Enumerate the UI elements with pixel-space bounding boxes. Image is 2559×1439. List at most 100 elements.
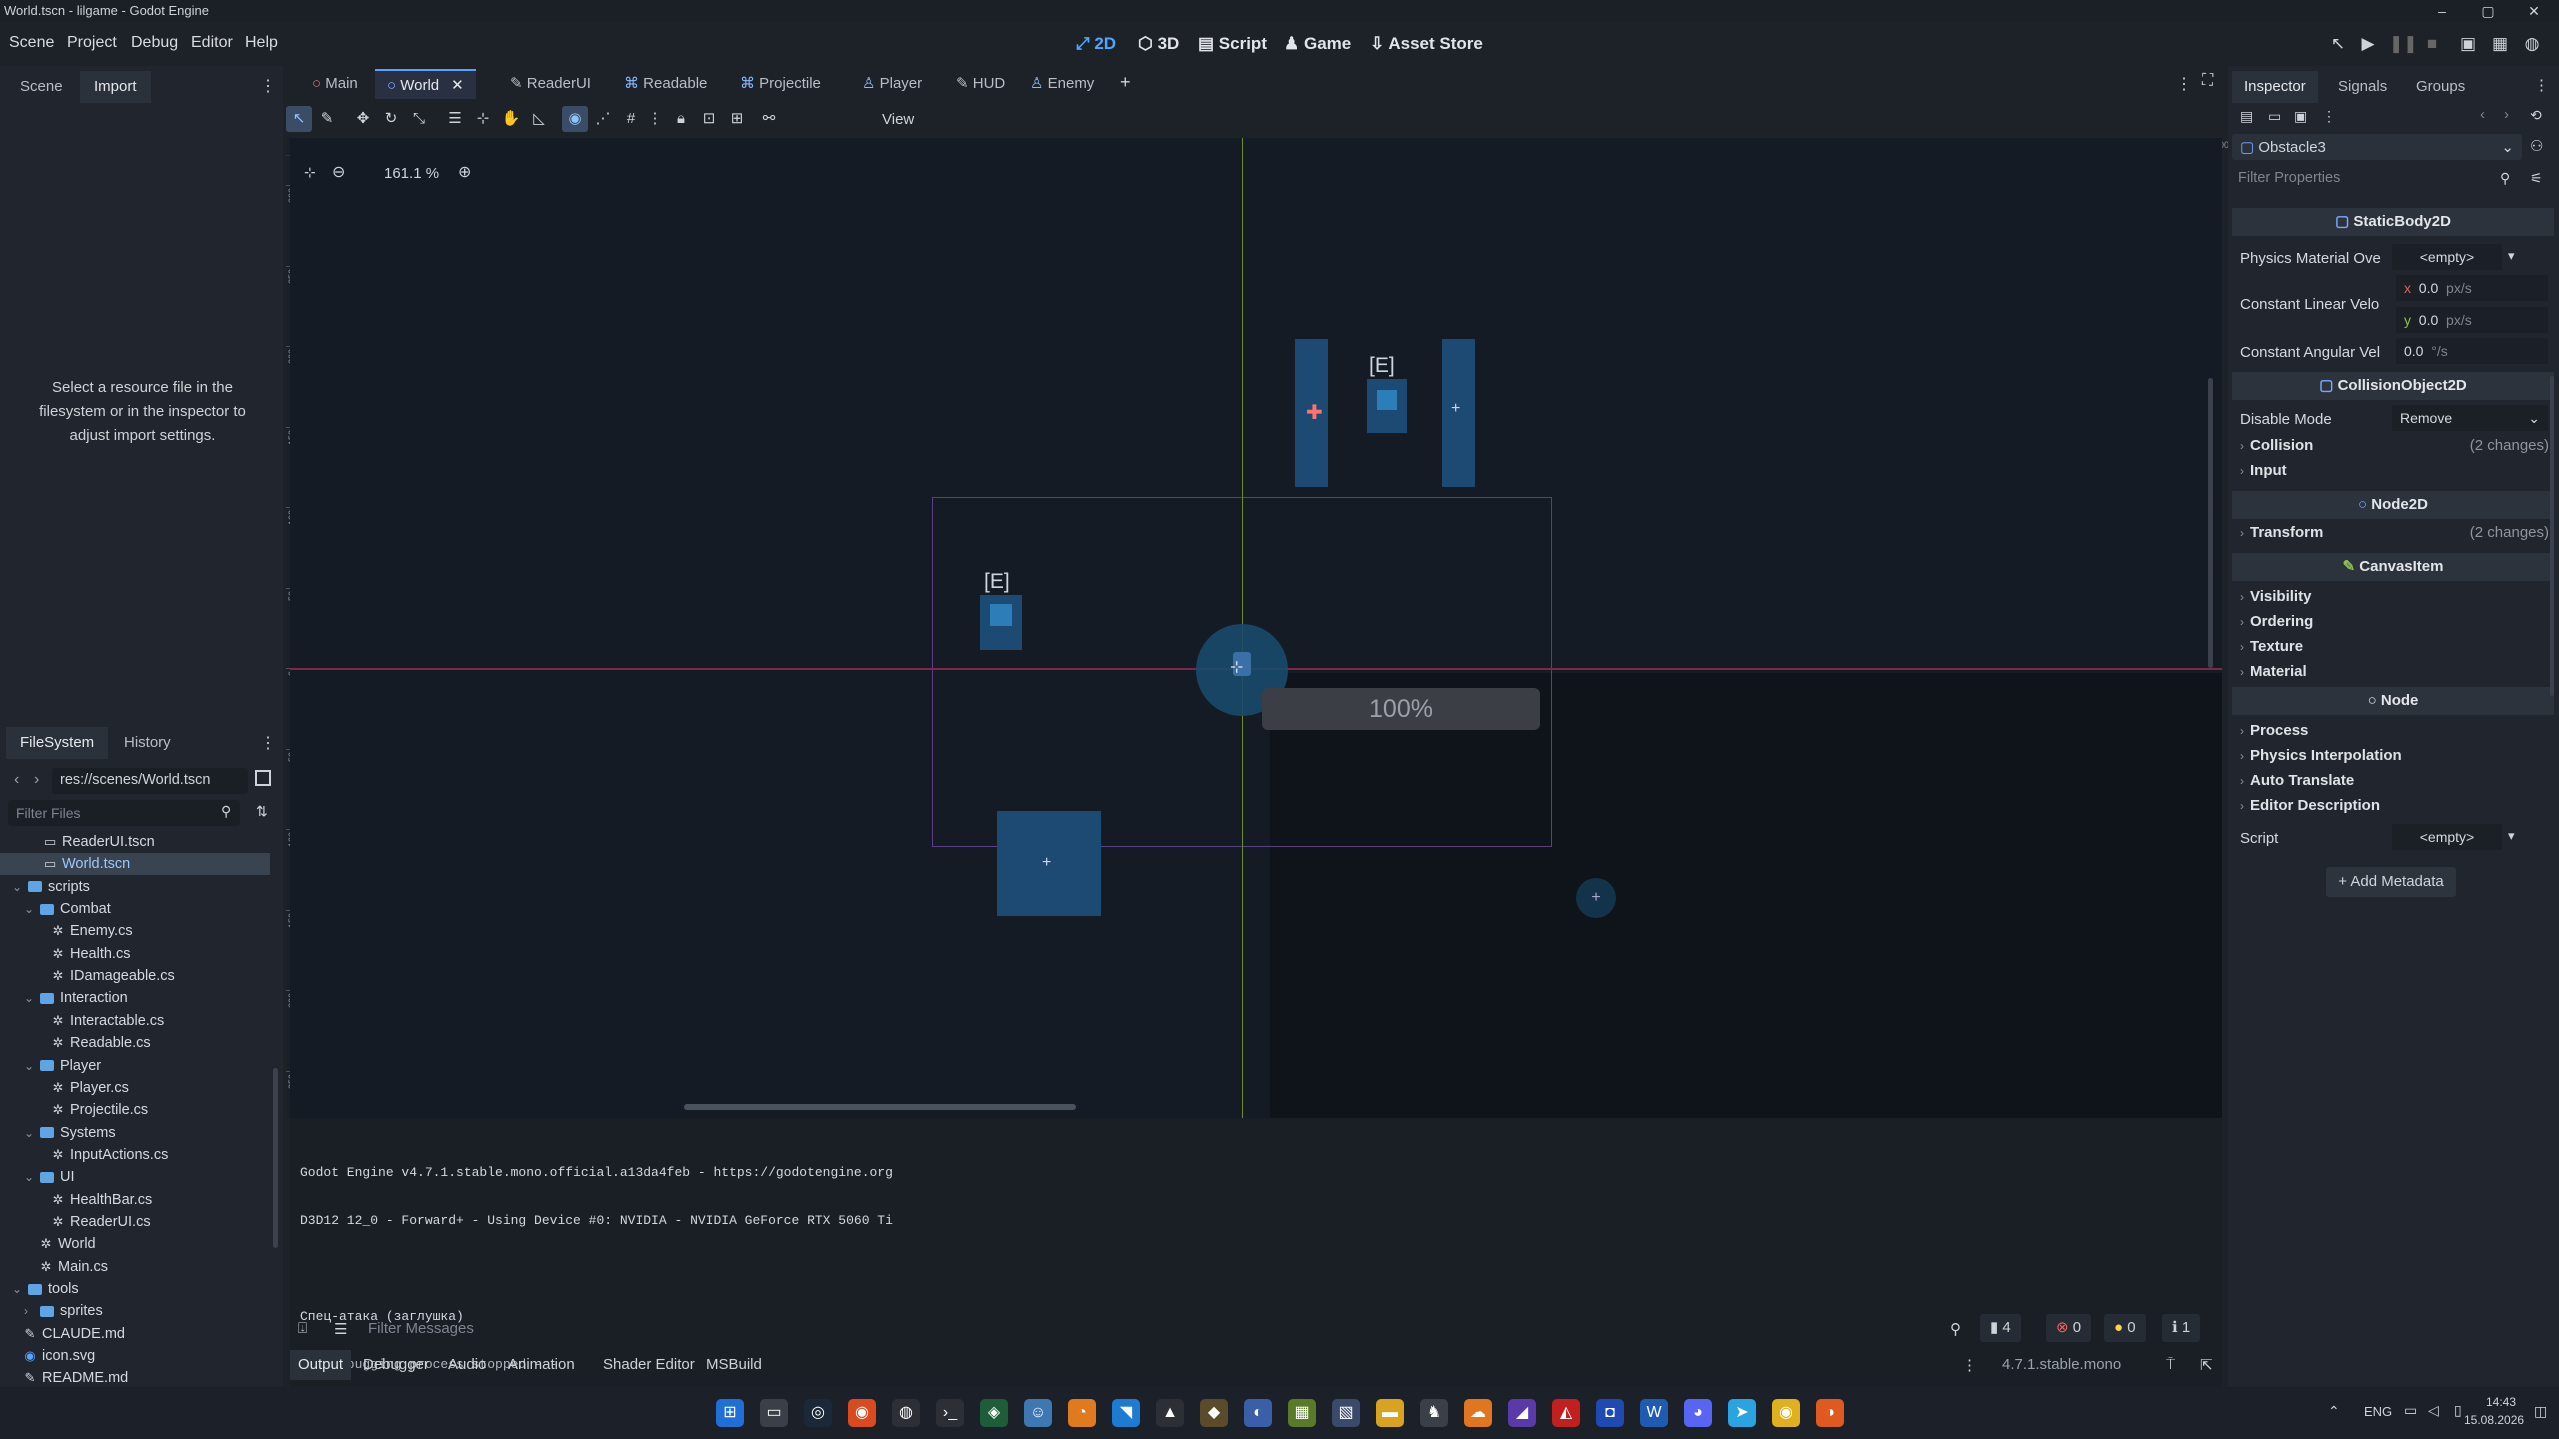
center-view-icon[interactable]: ⊹ (304, 164, 316, 181)
app-icon[interactable]: ◘ (1596, 1399, 1624, 1427)
distraction-free-icon[interactable]: ⛶ (2202, 72, 2213, 90)
property-options-icon[interactable]: ⚟ (2530, 170, 2543, 187)
tab-scene[interactable]: Scene (6, 71, 77, 103)
horizontal-scrollbar[interactable] (684, 1104, 1076, 1110)
close-window-button[interactable]: ✕ (2512, 0, 2556, 22)
menu-editor[interactable]: Editor (191, 34, 233, 52)
filter-files-input[interactable]: Filter Files (8, 800, 240, 826)
chevron-down-icon[interactable]: ⌄ (24, 1055, 34, 1077)
workspace-game[interactable]: ♟ Game (1278, 32, 1357, 56)
sort-icon[interactable]: ⇅ (256, 803, 268, 820)
workspace-2d[interactable]: ⤢ 2D (1070, 32, 1122, 56)
terminal-icon[interactable]: ›_ (936, 1399, 964, 1427)
save-resource-icon[interactable]: ▣ (2294, 108, 2307, 125)
tree-folder[interactable]: › sprites (0, 1300, 270, 1322)
tree-file[interactable]: ✲ World (0, 1233, 270, 1255)
tab-debugger[interactable]: Debugger (355, 1350, 437, 1380)
tab-inspector[interactable]: Inspector (2232, 71, 2318, 103)
tab-filesystem[interactable]: FileSystem (6, 727, 109, 759)
workspace-script[interactable]: ▤ Script (1192, 32, 1273, 56)
tree-file[interactable]: ✲ Readable.cs (0, 1032, 270, 1054)
workspace-asset-store[interactable]: ⇩ Asset Store (1364, 32, 1489, 56)
chevron-down-icon[interactable]: ⌄ (12, 876, 22, 898)
telegram-icon[interactable]: ➤ (1728, 1399, 1756, 1427)
app-icon[interactable]: ◐ (1244, 1399, 1272, 1427)
scene-menu-icon[interactable]: ⋮ (2176, 74, 2192, 94)
start-icon[interactable]: ⊞ (716, 1399, 744, 1427)
tab-animation[interactable]: Animation (500, 1350, 583, 1380)
group-collision[interactable]: › Collision (2240, 437, 2313, 454)
stop-icon[interactable]: ■ (2420, 32, 2444, 56)
resource-picker-icon[interactable]: ▾ (2508, 248, 2515, 264)
rotate-mode-icon[interactable]: ↻ (378, 106, 404, 132)
tree-scrollbar[interactable] (273, 1068, 278, 1248)
bone-icon[interactable]: ⊞ (724, 106, 750, 132)
tab-output[interactable]: Output (290, 1350, 352, 1380)
path-field[interactable]: res://scenes/World.tscn (52, 768, 248, 794)
chevron-down-icon[interactable]: ⌄ (24, 1122, 34, 1144)
disable-mode-select[interactable]: Remove ⌄ (2392, 405, 2548, 431)
group-ordering[interactable]: › Ordering (2240, 613, 2313, 630)
tree-file[interactable]: ✲ Projectile.cs (0, 1099, 270, 1121)
split-mode-icon[interactable] (255, 770, 271, 786)
pdf-icon[interactable]: ◭ (1552, 1399, 1580, 1427)
group-visibility[interactable]: › Visibility (2240, 588, 2311, 605)
godot-icon[interactable]: ☺ (1024, 1399, 1052, 1427)
clock-date[interactable]: 15.08.2026 (2464, 1413, 2524, 1427)
tree-folder[interactable]: ⌄ Player (0, 1055, 270, 1077)
snap-options-icon[interactable]: ⋰ (590, 106, 616, 132)
movie-maker-icon[interactable]: ↖ (2326, 32, 2350, 56)
list-select-icon[interactable]: ☰ (442, 106, 468, 132)
app-icon[interactable]: ▲ (1156, 1399, 1184, 1427)
close-tab-icon[interactable]: ✕ (451, 77, 464, 94)
select-mode-icon[interactable]: ↖ (286, 106, 312, 132)
volume-icon[interactable]: ◁ (2428, 1402, 2439, 1419)
tab-import[interactable]: Import (80, 71, 151, 103)
tray-expand-icon[interactable]: ⌃ (2328, 1403, 2340, 1420)
play-scene-icon[interactable]: ▣ (2456, 32, 2480, 56)
version-label[interactable]: 4.7.1.stable.mono (2002, 1356, 2121, 1373)
battery-icon[interactable]: ▯ (2454, 1402, 2462, 1419)
pivot-icon[interactable]: ⊹ (470, 106, 496, 132)
tab-projectile[interactable]: ⌘ Projectile (728, 69, 833, 99)
physics-material-value[interactable]: <empty> (2392, 244, 2502, 270)
steam-icon[interactable]: ◎ (804, 1399, 832, 1427)
app-icon[interactable]: ◢ (1508, 1399, 1536, 1427)
app-icon[interactable]: ◆ (1200, 1399, 1228, 1427)
filter-properties-input[interactable]: Filter Properties (2232, 166, 2522, 192)
network-icon[interactable]: ▭ (2404, 1402, 2417, 1419)
notifications-icon[interactable]: ◫ (2534, 1403, 2547, 1420)
inspector-menu-icon[interactable]: ⋮ (2534, 76, 2549, 94)
word-icon[interactable]: W (1640, 1399, 1668, 1427)
add-tab-icon[interactable]: + (1120, 72, 1131, 93)
linear-x-field[interactable]: x 0.0 px/s (2396, 275, 2548, 301)
tree-folder[interactable]: ⌄ tools (0, 1278, 270, 1300)
language-indicator[interactable]: ENG (2364, 1404, 2392, 1419)
more-icon[interactable]: ⋮ (642, 106, 668, 132)
discord-icon[interactable]: ◕ (1684, 1399, 1712, 1427)
app-icon[interactable]: ▦ (1288, 1399, 1316, 1427)
clock-time[interactable]: 14:43 (2486, 1395, 2516, 1409)
pause-icon[interactable]: ❚❚ (2389, 32, 2418, 56)
lock-icon[interactable]: 🔒︎ (668, 106, 694, 132)
tab-groups[interactable]: Groups (2404, 71, 2477, 103)
maximize-button[interactable]: ▢ (2466, 0, 2510, 22)
menu-help[interactable]: Help (245, 34, 278, 52)
errors-toggle[interactable]: ⊗ 0 (2046, 1314, 2092, 1342)
enemy-spawn-marker[interactable]: + (1576, 878, 1616, 918)
play-custom-icon[interactable]: ▦ (2488, 32, 2512, 56)
resource-picker-icon[interactable]: ▾ (2508, 828, 2515, 844)
app-icon[interactable]: ▧ (1332, 1399, 1360, 1427)
tree-file[interactable]: ✎ CLAUDE.md (0, 1323, 270, 1345)
warnings-toggle[interactable]: ● 0 (2104, 1314, 2146, 1342)
tab-shader-editor[interactable]: Shader Editor (595, 1350, 703, 1380)
inspector-scrollbar[interactable] (2550, 376, 2554, 696)
chevron-down-icon[interactable]: ⌄ (12, 1278, 22, 1300)
group-physics-interpolation[interactable]: › Physics Interpolation (2240, 747, 2402, 764)
object-help-icon[interactable]: ⚇ (2530, 137, 2543, 155)
add-metadata-button[interactable]: + Add Metadata (2326, 867, 2456, 897)
tree-folder[interactable]: ⌄ scripts (0, 876, 270, 898)
info-toggle[interactable]: ℹ 1 (2162, 1314, 2201, 1342)
group-material[interactable]: › Material (2240, 663, 2307, 680)
tree-file[interactable]: ✲ IDamageable.cs (0, 965, 270, 987)
